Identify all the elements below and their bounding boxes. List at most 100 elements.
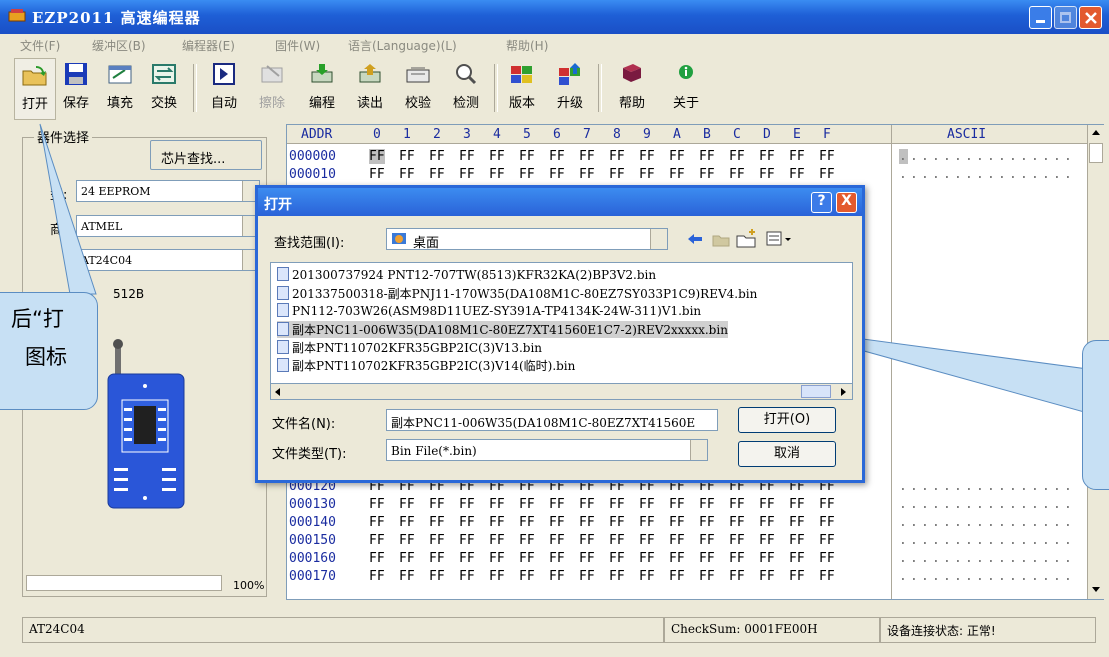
hex-byte[interactable]: FF: [699, 533, 715, 548]
hex-byte[interactable]: FF: [759, 149, 775, 164]
hex-byte[interactable]: FF: [789, 515, 805, 530]
file-item[interactable]: 201300737924 PNT12-707TW(8513)KFR32KA(2)…: [277, 267, 656, 282]
hex-byte[interactable]: FF: [639, 569, 655, 584]
hex-byte[interactable]: FF: [669, 149, 685, 164]
hex-byte[interactable]: FF: [489, 497, 505, 512]
up-folder-icon[interactable]: [712, 231, 730, 247]
hex-byte[interactable]: FF: [579, 569, 595, 584]
hex-row[interactable]: 000010 FF FF FF FF FF FF FF FF FF FF FF FF FF FF FF FF..…: [287, 167, 1087, 184]
hex-byte[interactable]: FF: [639, 497, 655, 512]
hex-byte[interactable]: FF: [759, 569, 775, 584]
read-button[interactable]: 读出: [350, 58, 390, 118]
file-item[interactable]: 201337500318-副本PNJ11-170W35(DA108M1C-80E…: [277, 285, 757, 302]
hex-byte[interactable]: FF: [729, 167, 745, 182]
hex-byte[interactable]: FF: [369, 551, 385, 566]
hex-byte[interactable]: FF: [399, 551, 415, 566]
hex-byte[interactable]: FF: [789, 569, 805, 584]
hex-byte[interactable]: FF: [429, 551, 445, 566]
hex-byte[interactable]: FF: [789, 149, 805, 164]
hex-byte[interactable]: FF: [399, 569, 415, 584]
hex-byte[interactable]: FF: [579, 515, 595, 530]
hex-byte[interactable]: FF: [819, 533, 835, 548]
hex-byte[interactable]: FF: [699, 497, 715, 512]
hex-byte[interactable]: FF: [759, 533, 775, 548]
hex-byte[interactable]: FF: [519, 167, 535, 182]
hex-byte[interactable]: FF: [549, 551, 565, 566]
help-button[interactable]: 帮助: [612, 58, 652, 118]
hex-byte[interactable]: FF: [729, 551, 745, 566]
hex-byte[interactable]: FF: [459, 569, 475, 584]
hex-byte[interactable]: FF: [789, 497, 805, 512]
new-folder-icon[interactable]: [736, 228, 758, 248]
hex-byte[interactable]: FF: [579, 533, 595, 548]
hex-byte[interactable]: FF: [819, 167, 835, 182]
hex-byte[interactable]: FF: [639, 551, 655, 566]
hex-byte[interactable]: FF: [429, 167, 445, 182]
dialog-close-button[interactable]: X: [836, 192, 857, 213]
hex-byte[interactable]: FF: [519, 569, 535, 584]
hex-byte[interactable]: FF: [519, 497, 535, 512]
hex-row[interactable]: 000130 FF FF FF FF FF FF FF FF FF FF FF FF FF FF FF FF..…: [287, 497, 1087, 514]
hex-row[interactable]: 000160 FF FF FF FF FF FF FF FF FF FF FF FF FF FF FF FF..…: [287, 551, 1087, 568]
hex-byte[interactable]: FF: [549, 167, 565, 182]
hex-byte[interactable]: FF: [369, 149, 385, 164]
file-item[interactable]: 副本PNT110702KFR35GBP2IC(3)V13.bin: [277, 339, 542, 356]
hex-byte[interactable]: FF: [789, 167, 805, 182]
hex-byte[interactable]: FF: [669, 167, 685, 182]
hex-byte[interactable]: FF: [429, 533, 445, 548]
hex-byte[interactable]: FF: [459, 515, 475, 530]
menu-help[interactable]: 帮助(H): [506, 37, 548, 54]
filename-input[interactable]: 副本PNC11-006W35(DA108M1C-80EZ7XT41560E: [386, 409, 718, 431]
erase-button[interactable]: 擦除: [252, 58, 292, 118]
hex-byte[interactable]: FF: [489, 569, 505, 584]
hex-byte[interactable]: FF: [429, 149, 445, 164]
hex-byte[interactable]: FF: [699, 515, 715, 530]
hex-byte[interactable]: FF: [369, 569, 385, 584]
file-list[interactable]: 201300737924 PNT12-707TW(8513)KFR32KA(2)…: [270, 262, 853, 400]
hex-byte[interactable]: FF: [579, 497, 595, 512]
hex-byte[interactable]: FF: [459, 551, 475, 566]
menu-programmer[interactable]: 编程器(E): [182, 37, 235, 54]
hex-byte[interactable]: FF: [399, 167, 415, 182]
upgrade-button[interactable]: 升级: [550, 58, 590, 118]
dialog-open-button[interactable]: 打开(O): [738, 407, 836, 433]
hex-byte[interactable]: FF: [369, 533, 385, 548]
chip-search-button[interactable]: 芯片查找...: [150, 140, 262, 170]
view-menu-icon[interactable]: [766, 231, 792, 247]
hex-byte[interactable]: FF: [549, 569, 565, 584]
hex-byte[interactable]: FF: [789, 551, 805, 566]
hex-byte[interactable]: FF: [489, 533, 505, 548]
file-item[interactable]: 副本PNC11-006W35(DA108M1C-80EZ7XT41560E1C7…: [277, 321, 728, 338]
hex-byte[interactable]: FF: [579, 167, 595, 182]
hex-byte[interactable]: FF: [459, 149, 475, 164]
hex-byte[interactable]: FF: [429, 497, 445, 512]
hex-byte[interactable]: FF: [819, 497, 835, 512]
hex-byte[interactable]: FF: [639, 533, 655, 548]
hex-byte[interactable]: FF: [519, 515, 535, 530]
hex-byte[interactable]: FF: [369, 515, 385, 530]
file-item[interactable]: 副本PNT110702KFR35GBP2IC(3)V14(临时).bin: [277, 357, 575, 374]
hex-byte[interactable]: FF: [669, 515, 685, 530]
hex-byte[interactable]: FF: [489, 149, 505, 164]
save-button[interactable]: 保存: [56, 58, 96, 118]
hex-byte[interactable]: FF: [759, 497, 775, 512]
hex-byte[interactable]: FF: [519, 533, 535, 548]
hex-row[interactable]: 000000 FF FF FF FF FF FF FF FF FF FF FF FF FF FF FF FF..…: [287, 149, 1087, 166]
hex-byte[interactable]: FF: [729, 497, 745, 512]
hex-byte[interactable]: FF: [609, 149, 625, 164]
hex-byte[interactable]: FF: [639, 167, 655, 182]
close-window-button[interactable]: [1079, 6, 1102, 29]
minimize-button[interactable]: [1029, 6, 1052, 29]
menu-language[interactable]: 语言(Language)(L): [348, 37, 457, 54]
hex-byte[interactable]: FF: [459, 167, 475, 182]
hex-byte[interactable]: FF: [729, 569, 745, 584]
hex-byte[interactable]: FF: [429, 569, 445, 584]
filetype-select[interactable]: Bin File(*.bin): [386, 439, 708, 461]
hex-byte[interactable]: FF: [369, 497, 385, 512]
hex-byte[interactable]: FF: [399, 533, 415, 548]
hex-byte[interactable]: FF: [669, 551, 685, 566]
hex-byte[interactable]: FF: [429, 515, 445, 530]
hex-byte[interactable]: FF: [699, 551, 715, 566]
hex-byte[interactable]: FF: [549, 497, 565, 512]
hex-byte[interactable]: FF: [759, 167, 775, 182]
